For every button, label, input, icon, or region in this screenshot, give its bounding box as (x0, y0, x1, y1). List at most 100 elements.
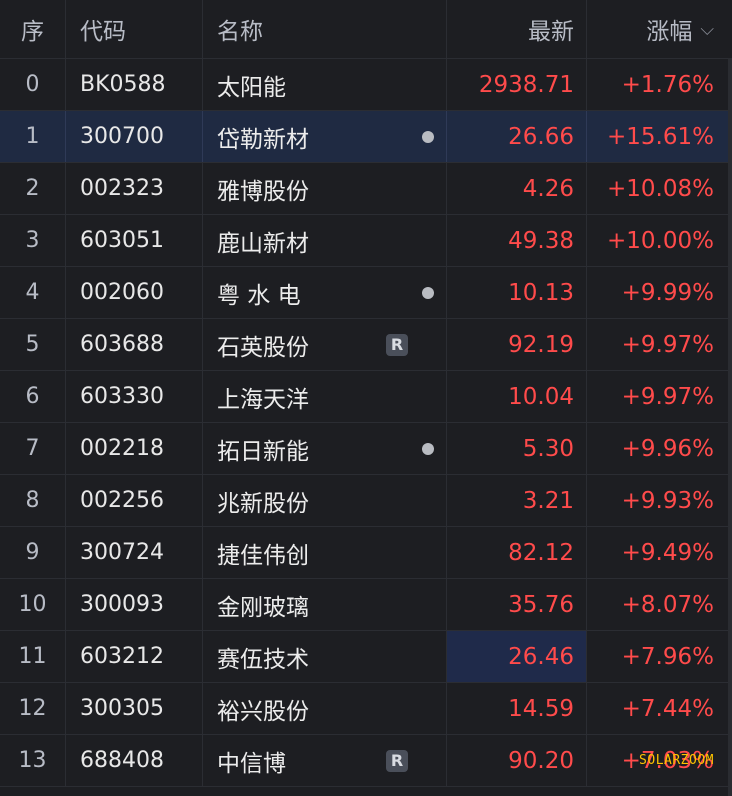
stock-code: 002060 (66, 267, 203, 318)
row-index: 10 (0, 579, 66, 630)
stock-code: 603051 (66, 215, 203, 266)
row-index: 8 (0, 475, 66, 526)
col-code-header[interactable]: 代码 (66, 0, 203, 58)
col-price-header[interactable]: 最新 (447, 0, 587, 58)
stock-name: 兆新股份 (217, 490, 309, 517)
change-percent: +9.96% (621, 435, 714, 462)
latest-price: 92.19 (447, 319, 587, 370)
stock-name-cell: 鹿山新材 (203, 215, 447, 266)
stock-name: 裕兴股份 (217, 698, 309, 725)
stock-name: 鹿山新材 (217, 230, 309, 257)
stock-code: 603330 (66, 371, 203, 422)
stock-code: 002218 (66, 423, 203, 474)
table-row[interactable]: 9 300724 捷佳伟创 82.12 +9.49% (0, 527, 728, 579)
stock-name-cell: 捷佳伟创 (203, 527, 447, 578)
stock-name-cell: 赛伍技术 (203, 631, 447, 682)
change-percent: +9.93% (621, 487, 714, 514)
change-percent: +9.99% (621, 279, 714, 306)
stock-code: 300093 (66, 579, 203, 630)
stock-name-cell: 中信博 R (203, 735, 447, 786)
change-percent: +10.00% (607, 227, 714, 254)
stock-name-cell: 拓日新能 (203, 423, 447, 474)
latest-price: 2938.71 (447, 59, 587, 110)
stock-name-cell: 上海天洋 (203, 371, 447, 422)
row-index: 7 (0, 423, 66, 474)
stock-name-cell: 石英股份 R (203, 319, 447, 370)
stock-name-cell: 雅博股份 (203, 163, 447, 214)
latest-price: 82.12 (447, 527, 587, 578)
table-row[interactable]: 11 603212 赛伍技术 26.46 +7.96% (0, 631, 728, 683)
status-dot-icon (422, 286, 434, 299)
latest-price: 4.26 (447, 163, 587, 214)
table-row[interactable]: 0 BK0588 太阳能 2938.71 +1.76% (0, 59, 728, 111)
latest-price: 35.76 (447, 579, 587, 630)
stock-name: 上海天洋 (217, 386, 309, 413)
stock-name-cell: 粤 水 电 (203, 267, 447, 318)
change-percent: +7.96% (621, 643, 714, 670)
table-row[interactable]: 3 603051 鹿山新材 49.38 +10.00% (0, 215, 728, 267)
r-badge-icon: R (386, 749, 408, 772)
stock-name: 太阳能 (217, 74, 286, 101)
change-percent: +9.97% (621, 383, 714, 410)
stock-code: 002323 (66, 163, 203, 214)
table-row[interactable]: 8 002256 兆新股份 3.21 +9.93% (0, 475, 728, 527)
row-index: 5 (0, 319, 66, 370)
table-row[interactable]: 12 300305 裕兴股份 14.59 +7.44% (0, 683, 728, 735)
latest-price: 5.30 (447, 423, 587, 474)
latest-price: 3.21 (447, 475, 587, 526)
table-row[interactable]: 1 300700 岱勒新材 26.66 +15.61% (0, 111, 728, 163)
stock-code: 603212 (66, 631, 203, 682)
stock-name-cell: 裕兴股份 (203, 683, 447, 734)
latest-price: 26.66 (447, 111, 587, 162)
latest-price: 10.13 (447, 267, 587, 318)
stock-name: 雅博股份 (217, 178, 309, 205)
stock-name: 粤 水 电 (217, 282, 301, 309)
status-dot-icon (422, 442, 434, 455)
row-index: 1 (0, 111, 66, 162)
change-percent: +10.08% (607, 175, 714, 202)
chevron-down-icon[interactable]: ⌵ (700, 19, 714, 40)
table-header: 序 代码 名称 最新 涨幅 ⌵ (0, 0, 728, 59)
stock-name: 岱勒新材 (217, 126, 309, 153)
scrollbar[interactable] (728, 58, 732, 796)
stock-name: 金刚玻璃 (217, 594, 309, 621)
table-row[interactable]: 2 002323 雅博股份 4.26 +10.08% (0, 163, 728, 215)
col-price-label: 最新 (528, 19, 574, 45)
stock-name: 中信博 (217, 750, 286, 777)
stock-code: 300724 (66, 527, 203, 578)
change-percent: +7.44% (621, 695, 714, 722)
stock-name-cell: 岱勒新材 (203, 111, 447, 162)
row-index: 4 (0, 267, 66, 318)
stock-name-cell: 太阳能 (203, 59, 447, 110)
col-change-header[interactable]: 涨幅 ⌵ (587, 0, 728, 58)
row-index: 3 (0, 215, 66, 266)
row-index: 6 (0, 371, 66, 422)
stock-name: 石英股份 (217, 334, 309, 361)
stock-name: 拓日新能 (217, 438, 309, 465)
col-name-label: 名称 (217, 19, 263, 45)
change-percent: +9.49% (621, 539, 714, 566)
stock-code: 688408 (66, 735, 203, 786)
table-row[interactable]: 6 603330 上海天洋 10.04 +9.97% (0, 371, 728, 423)
latest-price: 14.59 (447, 683, 587, 734)
stock-name: 捷佳伟创 (217, 542, 309, 569)
col-index-header[interactable]: 序 (0, 0, 66, 58)
latest-price: 90.20 (447, 735, 587, 786)
table-row[interactable]: 4 002060 粤 水 电 10.13 +9.99% (0, 267, 728, 319)
row-index: 9 (0, 527, 66, 578)
stock-name: 赛伍技术 (217, 646, 309, 673)
stock-list: 序 代码 名称 最新 涨幅 ⌵ 0 BK0588 太阳能 2938.71 +1.76% 1… (0, 0, 732, 796)
latest-price: 49.38 (447, 215, 587, 266)
row-index: 12 (0, 683, 66, 734)
col-name-header[interactable]: 名称 (203, 0, 447, 58)
stock-code: 300700 (66, 111, 203, 162)
table-row[interactable]: 7 002218 拓日新能 5.30 +9.96% (0, 423, 728, 475)
table-row[interactable]: 10 300093 金刚玻璃 35.76 +8.07% (0, 579, 728, 631)
stock-code: 002256 (66, 475, 203, 526)
latest-price: 10.04 (447, 371, 587, 422)
row-index: 2 (0, 163, 66, 214)
table-row[interactable]: 13 688408 中信博 R 90.20 +7.03% (0, 735, 728, 787)
table-row[interactable]: 5 603688 石英股份 R 92.19 +9.97% (0, 319, 728, 371)
row-index: 0 (0, 59, 66, 110)
latest-price: 26.46 (447, 631, 587, 682)
